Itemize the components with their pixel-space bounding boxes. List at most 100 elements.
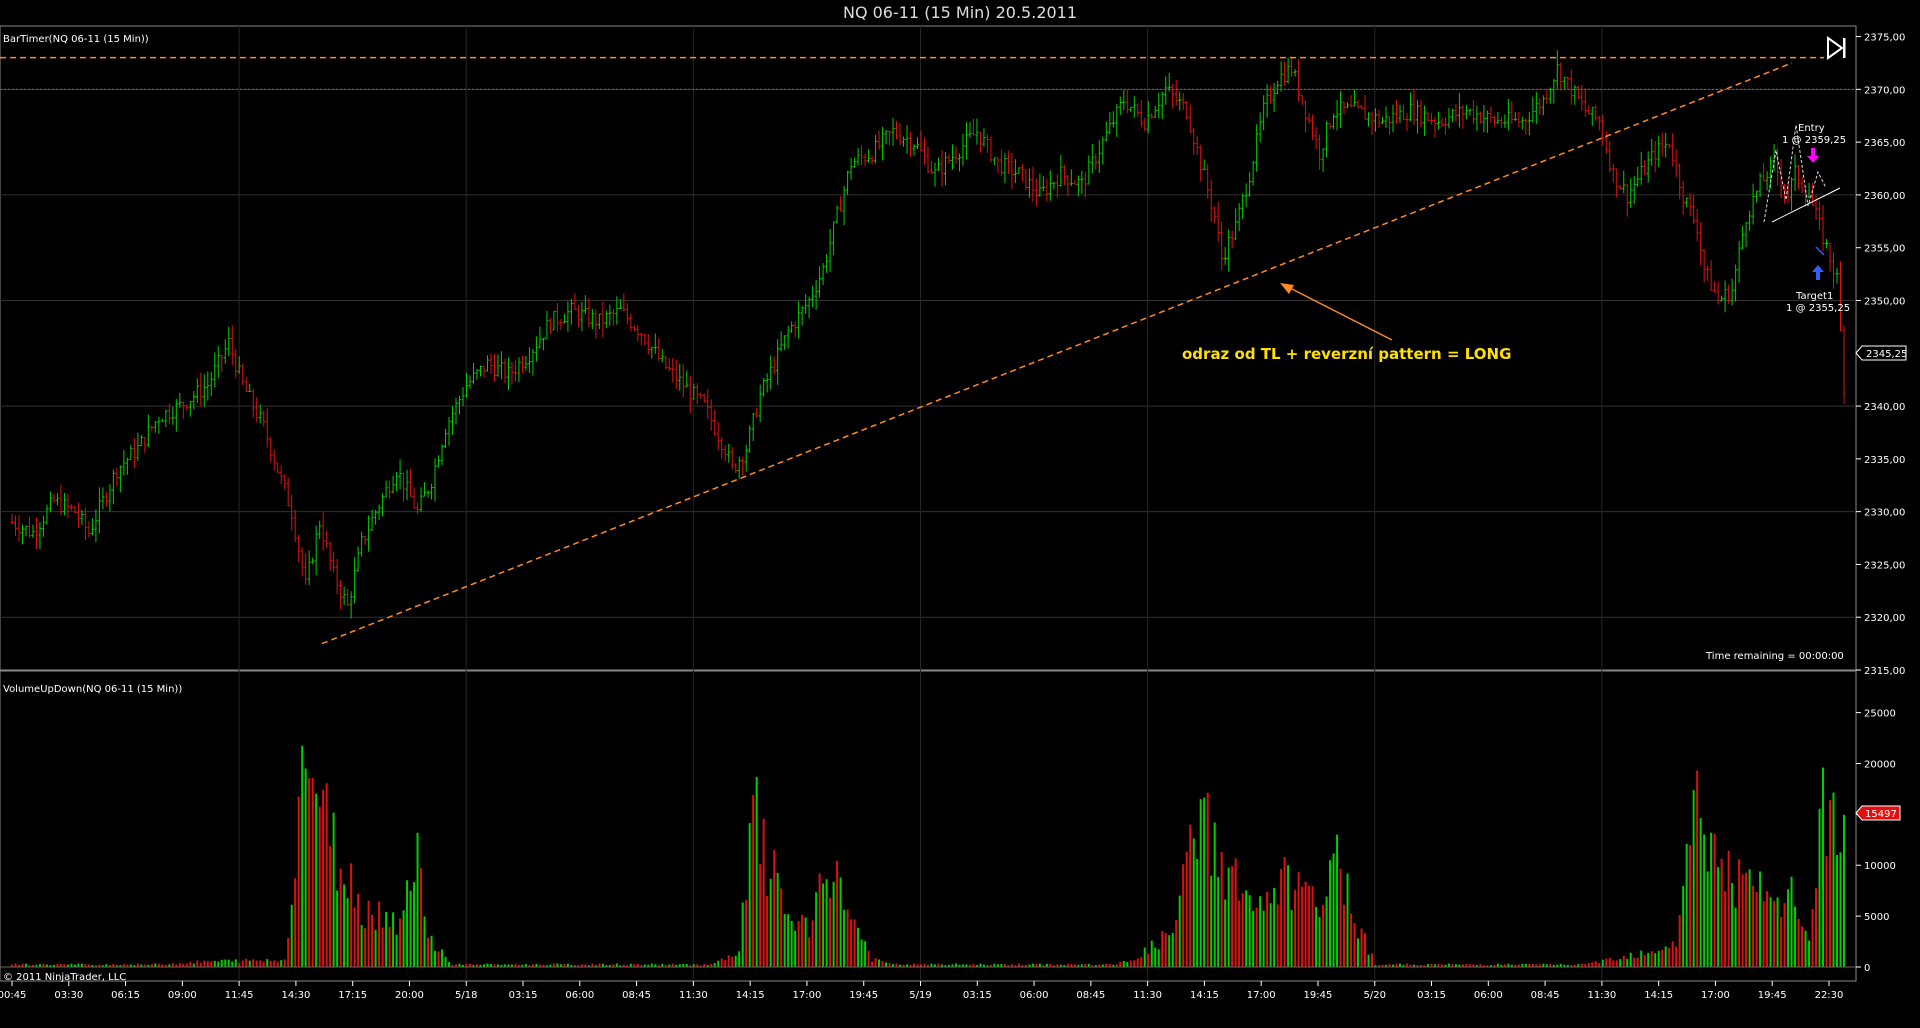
volume-bar	[804, 917, 807, 967]
volume-bar	[486, 963, 489, 967]
volume-bar	[178, 963, 181, 967]
volume-bar	[811, 920, 814, 967]
volume-bar	[776, 872, 779, 967]
volume-bar	[1685, 843, 1688, 967]
volume-bar	[413, 882, 416, 967]
volume-bar	[874, 958, 877, 967]
volume-bar	[1605, 958, 1608, 967]
volume-bar	[269, 960, 272, 967]
volume-bar	[374, 929, 377, 967]
time-tick-label: 11:30	[1587, 990, 1616, 1001]
volume-bar	[1745, 872, 1748, 967]
volume-bar	[192, 963, 195, 967]
volume-bar	[1147, 954, 1150, 967]
volume-bar	[1668, 947, 1671, 967]
volume-bar	[360, 925, 363, 967]
volume-bar	[1675, 946, 1678, 967]
volume-bar	[1157, 949, 1160, 967]
volume-bar	[1720, 858, 1723, 967]
volume-bar	[1266, 891, 1269, 967]
volume-bar	[441, 949, 444, 967]
volume-tick-label: 25000	[1864, 709, 1896, 720]
volume-bar	[783, 913, 786, 967]
volume-bar	[1269, 903, 1272, 967]
volume-bar	[591, 963, 594, 967]
time-tick-label: 5/20	[1364, 990, 1386, 1001]
volume-bar	[1308, 885, 1311, 967]
volume-bar	[738, 951, 741, 967]
price-tick-label: 2335,00	[1864, 455, 1905, 466]
volume-bar	[1343, 904, 1346, 967]
volume-bar	[954, 963, 957, 967]
volume-bar	[843, 909, 846, 967]
volume-bar	[378, 901, 381, 967]
volume-bar	[136, 963, 139, 967]
volume-bar	[1304, 881, 1307, 967]
volume-bar	[1643, 954, 1646, 967]
time-tick-label: 14:30	[281, 990, 310, 1001]
volume-bar	[1717, 867, 1720, 967]
play-next-icon[interactable]	[1824, 36, 1848, 60]
volume-bar	[1619, 959, 1622, 967]
volume-bar	[1199, 799, 1202, 967]
chart-canvas[interactable]: 2375,00 2370,00 2365,00 2360,00 2355,00 2350,…	[0, 0, 1920, 1028]
price-tick-label: 2320,00	[1864, 613, 1905, 624]
volume-bar	[1794, 906, 1797, 967]
volume-bar	[615, 963, 618, 967]
volume-bar	[794, 930, 797, 967]
volume-bar	[371, 914, 374, 967]
volume-bar	[734, 955, 737, 967]
volume-bar	[979, 963, 982, 967]
time-tick-label: 17:00	[793, 990, 822, 1001]
volume-bar	[329, 846, 332, 967]
volume-bar	[1315, 906, 1318, 967]
time-tick-label: 19:45	[849, 990, 878, 1001]
volume-bar	[713, 962, 716, 967]
time-tick-label: 09:00	[168, 990, 197, 1001]
volume-bar	[1273, 887, 1276, 967]
time-tick-label: 19:45	[1758, 990, 1787, 1001]
time-tick-label: 00:45	[0, 990, 26, 1001]
volume-bar	[993, 963, 996, 967]
time-tick-label: 17:00	[1247, 990, 1276, 1001]
volume-bar	[308, 778, 311, 967]
volume-bar	[262, 961, 265, 967]
last-price-label: 2345,25	[1866, 349, 1907, 360]
price-panel-frame	[0, 25, 1857, 671]
volume-bar	[1031, 963, 1034, 967]
volume-bar	[206, 961, 209, 967]
time-tick-label: 06:00	[1020, 990, 1049, 1001]
volume-bar	[1829, 800, 1832, 967]
volume-bar	[822, 883, 825, 967]
volume-bar	[14, 963, 17, 967]
volume-bar	[888, 963, 891, 967]
price-tick-label: 2325,00	[1864, 560, 1905, 571]
time-remaining: Time remaining = 00:00:00	[1705, 651, 1844, 662]
volume-bar	[1706, 871, 1709, 967]
volume-bar	[1259, 896, 1262, 967]
price-tick-label: 2330,00	[1864, 508, 1905, 519]
volume-bar	[1371, 953, 1374, 967]
volume-bar	[1661, 949, 1664, 967]
volume-bar	[1843, 814, 1845, 967]
volume-bar	[731, 956, 734, 967]
volume-bar	[1839, 852, 1842, 967]
volume-bar	[1622, 955, 1625, 967]
volume-bar	[1699, 817, 1702, 967]
volume-bar	[1322, 904, 1325, 967]
volume-bar	[1213, 822, 1216, 967]
volume-bar	[1629, 952, 1632, 967]
volume-bar	[801, 914, 804, 967]
volume-bar	[930, 963, 933, 967]
volume-bar	[1182, 864, 1185, 967]
volume-bar	[350, 863, 353, 967]
time-tick-label: 11:30	[679, 990, 708, 1001]
volume-bar	[1657, 950, 1660, 967]
volume-bar	[220, 959, 223, 967]
volume-bar	[878, 959, 881, 967]
volume-bar	[1598, 963, 1601, 967]
volume-bar	[1150, 940, 1153, 967]
volume-bar	[203, 960, 206, 967]
volume-bar	[1612, 960, 1615, 967]
volume-bar	[846, 909, 849, 967]
